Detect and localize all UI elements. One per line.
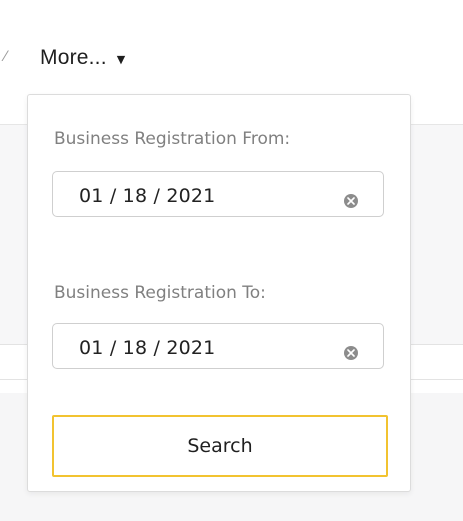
page-header-area (0, 0, 463, 10)
more-menu-label: More... (40, 46, 107, 69)
registration-from-label: Business Registration From: (54, 129, 291, 149)
registration-to-date-input[interactable]: 01 / 18 / 2021 (52, 323, 384, 369)
search-button[interactable]: Search (52, 415, 388, 477)
registration-from-date-value: 01 / 18 / 2021 (79, 185, 216, 207)
caret-down-icon: ▼ (116, 52, 126, 66)
registration-from-date-input[interactable]: 01 / 18 / 2021 (52, 171, 384, 217)
more-menu-button[interactable]: More... ▼ (40, 44, 125, 72)
registration-to-label: Business Registration To: (54, 283, 266, 303)
clear-icon[interactable] (344, 194, 358, 208)
clear-icon[interactable] (344, 346, 358, 360)
previous-menu-caret-icon[interactable]: ⁄ (4, 50, 6, 64)
registration-to-date-value: 01 / 18 / 2021 (79, 337, 216, 359)
more-filters-dropdown: Business Registration From: 01 / 18 / 20… (27, 94, 411, 492)
